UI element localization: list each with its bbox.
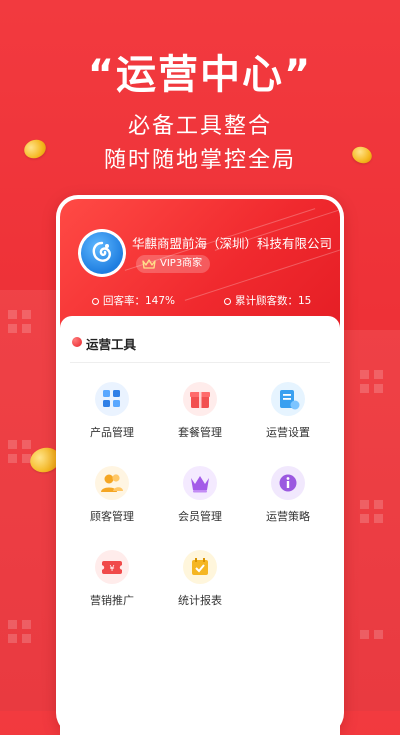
tool-member-management[interactable]: 会员管理 xyxy=(160,466,240,524)
crown-icon xyxy=(183,466,217,500)
tool-operation-strategy[interactable]: 运营策略 xyxy=(248,466,328,524)
product-grid-icon xyxy=(95,382,129,416)
crown-icon xyxy=(142,259,156,269)
tool-product-management[interactable]: 产品管理 xyxy=(72,382,152,440)
settings-card-icon xyxy=(271,382,305,416)
customers-icon xyxy=(95,466,129,500)
tool-label: 套餐管理 xyxy=(178,426,222,439)
return-rate-text: 回客率：147% xyxy=(103,295,176,307)
hero-title: “运营中心” xyxy=(87,52,313,98)
customer-count-stat: 累计顾客数：15 xyxy=(224,293,311,308)
tool-customer-management[interactable]: 顾客管理 xyxy=(72,466,152,524)
company-name: 华麒商盟前海（深圳）科技有限公司 xyxy=(132,236,333,251)
phone-screen: 华麒商盟前海（深圳）科技有限公司 VIP3商家 回客率：147% 累计顾客数：1… xyxy=(60,199,340,735)
coupon-icon: ¥ xyxy=(95,550,129,584)
vip-badge[interactable]: VIP3商家 xyxy=(136,255,211,273)
merchant-header: 华麒商盟前海（深圳）科技有限公司 VIP3商家 回客率：147% 累计顾客数：1… xyxy=(60,199,340,329)
calendar-check-icon xyxy=(183,550,217,584)
vip-label: VIP3商家 xyxy=(160,258,203,269)
stat-dot-icon xyxy=(224,298,231,305)
divider xyxy=(70,362,330,363)
background-building-right xyxy=(340,330,400,711)
tool-label: 营销推广 xyxy=(90,594,134,607)
tool-marketing-promotion[interactable]: ¥ 营销推广 xyxy=(72,550,152,608)
tool-label: 统计报表 xyxy=(178,594,222,607)
merchant-avatar[interactable] xyxy=(78,229,126,277)
hero-subtitle-line2: 随时随地掌控全局 xyxy=(103,148,296,173)
strategy-info-icon xyxy=(271,466,305,500)
background-building-left xyxy=(0,290,62,711)
phone-mockup: 华麒商盟前海（深圳）科技有限公司 VIP3商家 回客率：147% 累计顾客数：1… xyxy=(56,195,344,735)
tool-operation-settings[interactable]: 运营设置 xyxy=(248,382,328,440)
tool-label: 运营设置 xyxy=(266,426,310,439)
svg-text:¥: ¥ xyxy=(109,564,114,573)
tool-package-management[interactable]: 套餐管理 xyxy=(160,382,240,440)
tool-statistics-report[interactable]: 统计报表 xyxy=(160,550,240,608)
tool-label: 顾客管理 xyxy=(90,510,134,523)
tool-label: 会员管理 xyxy=(178,510,222,523)
operation-tools-panel: 运营工具 产品管理 套餐管理 运营设置 顾客管理 会员管理 运营策略 ¥ 营销推… xyxy=(60,316,340,735)
return-rate-stat: 回客率：147% xyxy=(92,293,175,308)
customer-count-text: 累计顾客数：15 xyxy=(235,295,312,307)
hero-subtitle-line1: 必备工具整合 xyxy=(127,114,272,139)
gift-box-icon xyxy=(183,382,217,416)
tool-label: 运营策略 xyxy=(266,510,310,523)
tools-section-title: 运营工具 xyxy=(86,337,137,352)
stat-dot-icon xyxy=(92,298,99,305)
section-mark-icon xyxy=(72,337,82,347)
dragon-logo-icon xyxy=(81,232,123,274)
tool-label: 产品管理 xyxy=(90,426,134,439)
